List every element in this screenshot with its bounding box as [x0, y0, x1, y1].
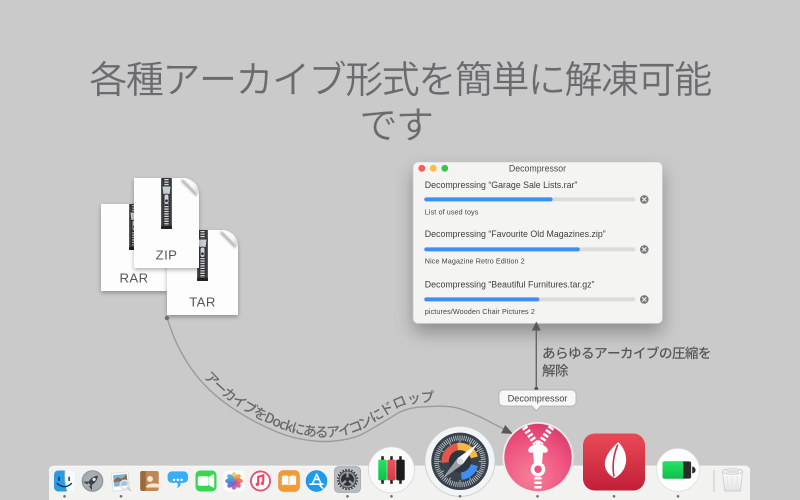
- svg-text:Decompressor: Decompressor: [509, 164, 566, 174]
- svg-text:ZIP: ZIP: [156, 248, 178, 263]
- svg-text:Decompressing “Favourite Old M: Decompressing “Favourite Old Magazines.z…: [425, 229, 606, 239]
- svg-text:Decompressor: Decompressor: [508, 394, 568, 404]
- svg-text:Decompressing “Garage Sale Lis: Decompressing “Garage Sale Lists.rar”: [425, 180, 578, 190]
- svg-text:List of used toys: List of used toys: [425, 208, 479, 217]
- svg-text:Nice Magazine Retro Edition 2: Nice Magazine Retro Edition 2: [425, 257, 525, 266]
- svg-text:RAR: RAR: [119, 271, 148, 286]
- svg-text:pictures/Wooden Chair Pictures: pictures/Wooden Chair Pictures 2: [425, 307, 535, 316]
- svg-text:Decompressing “Beautiful Furni: Decompressing “Beautiful Furnitures.tar.…: [425, 279, 595, 289]
- svg-text:TAR: TAR: [189, 295, 216, 310]
